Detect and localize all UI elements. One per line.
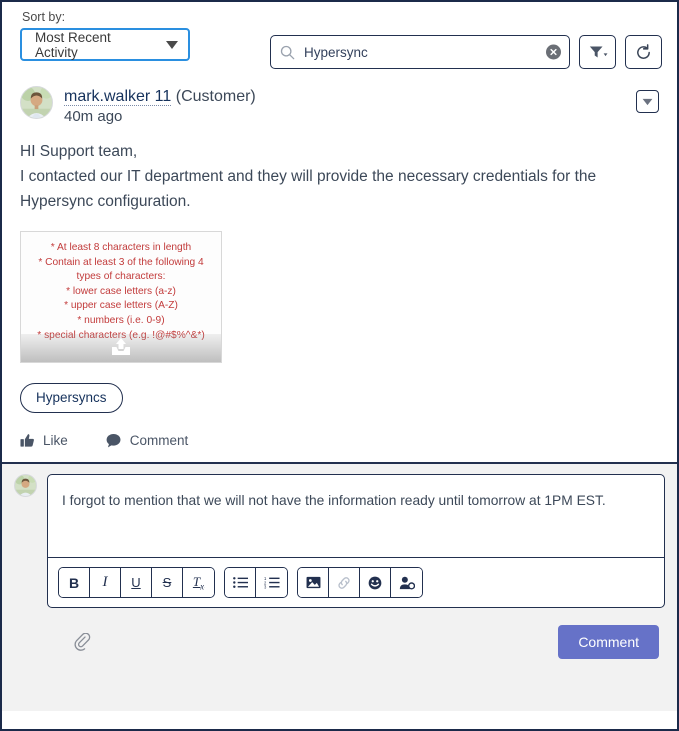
underline-icon[interactable]: U (121, 568, 152, 597)
toolbar-group-lists: 1 2 3 (224, 567, 288, 598)
avatar-photo (21, 87, 52, 118)
attachment-line-5: * upper case letters (A-Z) (64, 300, 178, 312)
editor-toolbar: B I U S Tx 1 2 3 (48, 557, 664, 607)
post-author-line: mark.walker 11 (Customer) (64, 88, 256, 106)
comment-composer: I forgot to mention that we will not hav… (2, 464, 677, 711)
search-controls (270, 35, 662, 69)
like-label: Like (43, 433, 68, 448)
post-timestamp: 40m ago (64, 108, 123, 125)
svg-text:3: 3 (264, 584, 267, 589)
composer-row: I forgot to mention that we will not hav… (14, 474, 665, 608)
comment-button[interactable]: Comment (106, 433, 189, 448)
comment-label: Comment (129, 433, 189, 448)
attachment-line-4: * lower case letters (a-z) (66, 285, 176, 297)
post-body-line-1: HI Support team, (20, 143, 138, 160)
emoji-icon[interactable] (360, 568, 391, 597)
attachment-line-1: * At least 8 characters in length (50, 242, 192, 253)
post-attachment-image[interactable]: * At least 8 characters in length * Cont… (20, 231, 222, 363)
search-icon (280, 45, 295, 59)
attachment-line-2: * Contain at least 3 of the following 4 (38, 256, 204, 268)
sort-by-value: Most Recent Activity (35, 29, 111, 60)
search-box[interactable] (270, 35, 570, 69)
post-actions: Like Comment (20, 433, 659, 462)
like-button[interactable]: Like (20, 433, 68, 448)
post-actions-menu-button[interactable] (636, 90, 659, 113)
attachment-text: * At least 8 characters in length * Cont… (21, 232, 221, 343)
download-icon[interactable] (110, 338, 132, 356)
mention-user-icon[interactable] (391, 568, 422, 597)
attach-file-button[interactable] (74, 632, 91, 652)
italic-icon[interactable]: I (90, 568, 121, 597)
post-body-line-2: I contacted our IT department and they w… (20, 168, 597, 210)
post-topic-pill[interactable]: Hypersyncs (20, 383, 123, 413)
strikethrough-icon[interactable]: S (152, 568, 183, 597)
image-icon[interactable] (298, 568, 329, 597)
toolbar-group-formatting: B I U S Tx (58, 567, 215, 598)
feed-page: Sort by: Most Recent Activity Hypersync … (0, 0, 679, 731)
comment-editor: I forgot to mention that we will not hav… (47, 474, 665, 608)
speech-bubble-icon (106, 433, 121, 448)
sort-by-label: Sort by: (22, 10, 66, 24)
funnel-icon (589, 46, 607, 58)
remove-format-icon[interactable]: Tx (183, 568, 214, 597)
thumbs-up-icon (20, 434, 34, 447)
search-input[interactable] (302, 43, 539, 61)
sort-by-select[interactable]: Most Recent Activity (20, 28, 190, 61)
attachment-line-3: types of characters: (76, 271, 166, 283)
post-body: HI Support team, I contacted our IT depa… (20, 139, 659, 214)
post-author-block: mark.walker 11 (Customer) 40m ago (64, 86, 256, 125)
refresh-icon (637, 43, 650, 59)
comment-input[interactable]: I forgot to mention that we will not hav… (48, 475, 664, 557)
toolbar-group-insert (297, 567, 423, 598)
avatar[interactable] (20, 86, 53, 119)
post-author-role: (Customer) (175, 88, 256, 105)
clear-search-icon[interactable] (546, 44, 561, 60)
bold-icon[interactable]: B (59, 568, 90, 597)
refresh-button[interactable] (625, 35, 662, 69)
chevron-down-icon (166, 40, 178, 49)
post-author-link[interactable]: mark.walker 11 (64, 88, 172, 106)
numbered-list-icon[interactable]: 1 2 3 (256, 568, 287, 597)
composer-avatar (14, 474, 37, 497)
bulleted-list-icon[interactable] (225, 568, 256, 597)
link-icon[interactable] (329, 568, 360, 597)
chevron-down-icon (642, 98, 653, 105)
feed-post: mark.walker 11 (Customer) 40m ago HI Sup… (2, 80, 677, 462)
paperclip-icon (74, 632, 91, 651)
feed-toolbar: Sort by: Most Recent Activity (2, 2, 677, 80)
post-header: mark.walker 11 (Customer) 40m ago (20, 86, 659, 125)
submit-comment-button[interactable]: Comment (558, 625, 659, 659)
attachment-line-6: * numbers (i.e. 0-9) (77, 314, 165, 326)
filter-button[interactable] (579, 35, 616, 69)
composer-footer: Comment (14, 608, 665, 659)
avatar-photo (15, 475, 36, 496)
